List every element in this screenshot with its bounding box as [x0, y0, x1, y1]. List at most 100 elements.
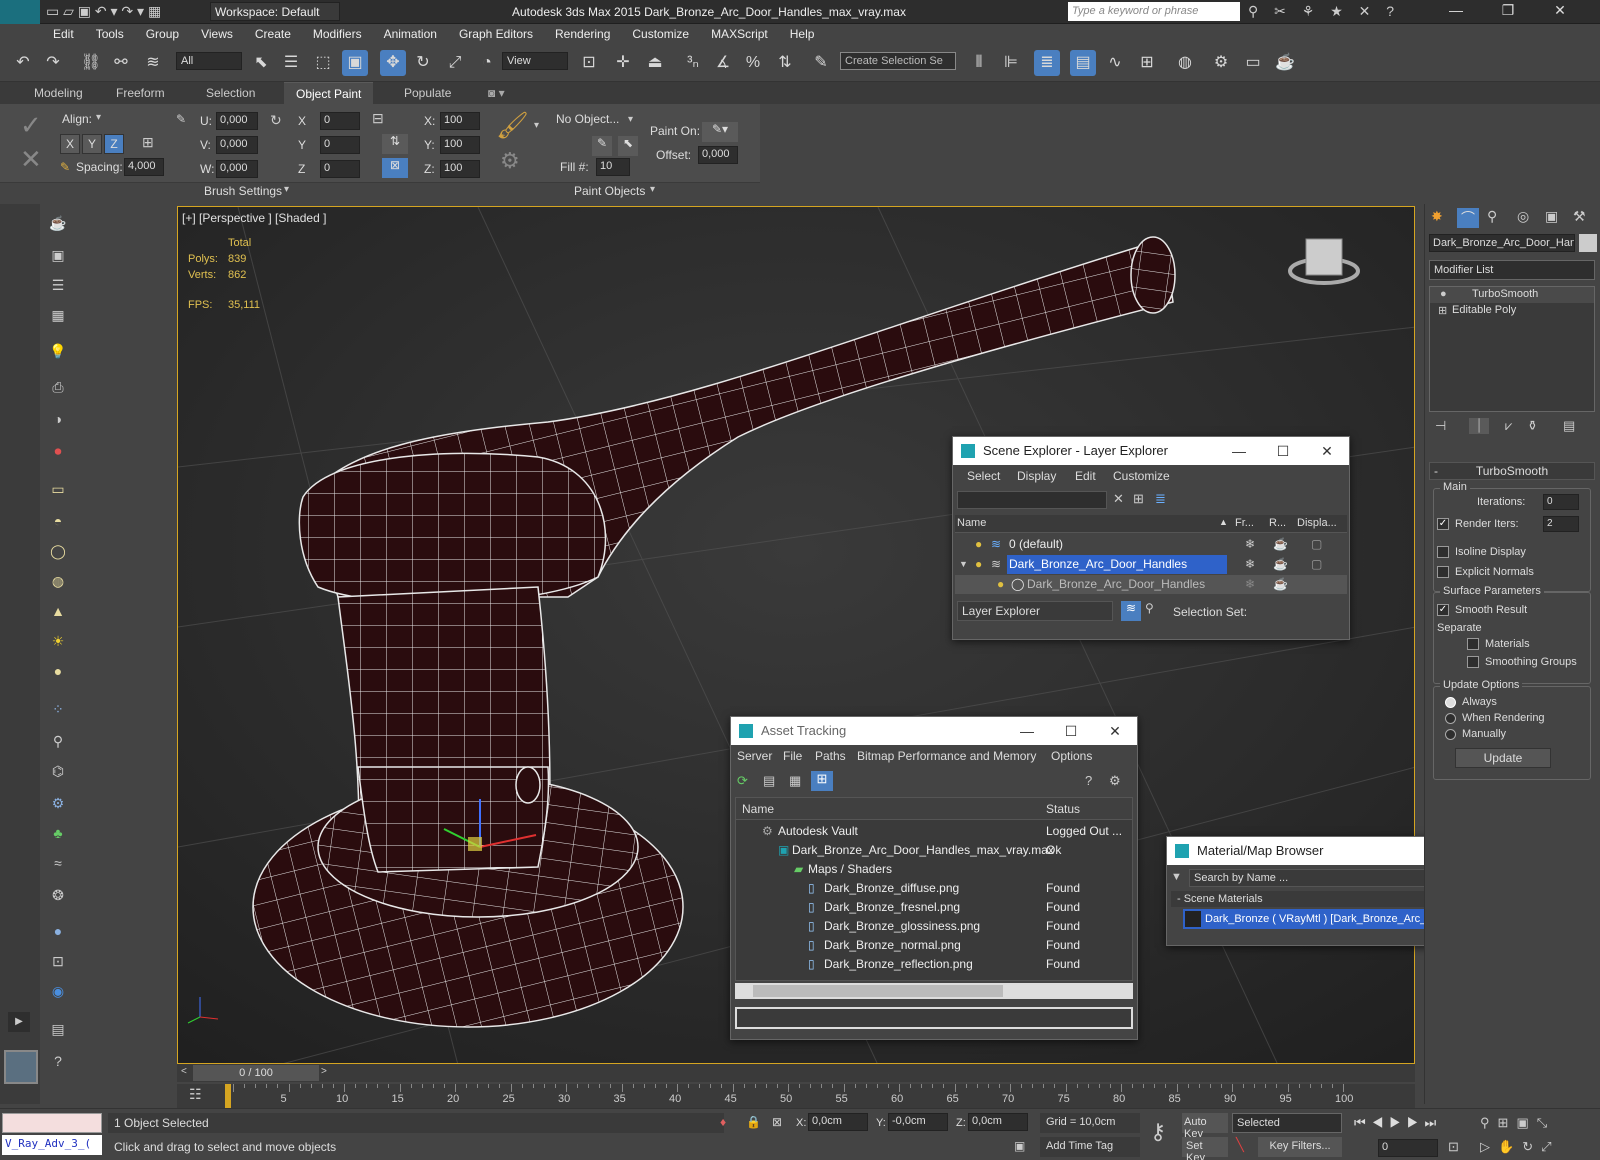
at-col-name[interactable]: Name [742, 802, 774, 816]
layer-row-default[interactable]: ● ≋ 0 (default) ❄ ☕ ▢ [955, 535, 1347, 554]
go-to-end-icon[interactable]: ⏭ [1425, 1115, 1443, 1130]
teapot-icon[interactable]: ☕ [46, 212, 70, 234]
se-search-input[interactable] [957, 491, 1107, 509]
menu-customize[interactable]: Customize [621, 24, 700, 46]
render-teapot-icon[interactable]: ☕ [1273, 575, 1288, 594]
environment-icon[interactable]: ◉ [46, 980, 70, 1002]
bind-spacewarp-icon[interactable]: ≋ [140, 50, 166, 76]
remove-modifier-icon[interactable]: ⚱ [1527, 418, 1538, 434]
align-icon[interactable]: ⊫ [998, 50, 1024, 76]
asset-row[interactable]: ▣ Dark_Bronze_Arc_Door_Handles_max_vray.m… [736, 841, 1132, 860]
spinner-snap-icon[interactable]: ⇅ [772, 50, 798, 76]
keyboard-shortcut-icon[interactable]: ⏏ [642, 50, 668, 76]
materials-checkbox[interactable]: Materials [1467, 638, 1530, 651]
at-menu-server[interactable]: Server [737, 749, 772, 763]
timeline-track[interactable]: ☷ 5 10 15 20 25 30 35 40 45 50 55 60 65 70 75 80 85 90 95 1… [177, 1084, 1415, 1108]
menu-views[interactable]: Views [190, 24, 244, 46]
zoom-icon[interactable]: ⚲ [1480, 1115, 1498, 1130]
help-icon[interactable]: ? [46, 1050, 70, 1072]
close-icon[interactable]: ✕ [1534, 2, 1586, 19]
se-col-freeze[interactable]: Fr... [1235, 517, 1254, 529]
auto-key-button[interactable]: Auto Key [1182, 1113, 1228, 1140]
isolate-icon[interactable]: ♦ [720, 1115, 726, 1129]
thumbnail-icon[interactable]: ▦ [789, 773, 801, 789]
set-key-mode-icon[interactable]: ⚷ [1150, 1119, 1166, 1145]
collapse-icon[interactable]: - [1434, 463, 1438, 479]
maximize-icon[interactable]: ☐ [1261, 437, 1305, 465]
explorer-type-dropdown[interactable]: Layer Explorer [957, 601, 1113, 621]
display-box-icon[interactable]: ▢ [1311, 555, 1322, 574]
axis-x-button[interactable]: X [60, 134, 80, 154]
at-col-status[interactable]: Status [1046, 802, 1080, 816]
paint-brush-icon[interactable]: 🖌 [496, 110, 529, 141]
hair-icon[interactable]: ≈ [46, 852, 70, 874]
radio-icon[interactable] [1445, 712, 1456, 724]
rect-selection-icon[interactable]: ⬚ [310, 50, 336, 76]
always-radio[interactable]: Always [1445, 696, 1497, 708]
material-editor-icon[interactable]: ◍ [1172, 50, 1198, 76]
time-config-icon[interactable]: ⊡ [1448, 1139, 1459, 1155]
at-menu-paths[interactable]: Paths [815, 749, 846, 763]
helper-icon[interactable]: ⚲ [46, 730, 70, 752]
no-object-label[interactable]: No Object... [556, 112, 619, 126]
object-color-swatch[interactable] [1579, 234, 1597, 252]
layer-row-handles[interactable]: ▼ ● ≋ Dark_Bronze_Arc_Door_Handles ❄ ☕ ▢ [955, 555, 1347, 574]
select-object-icon[interactable]: ⬉ [248, 50, 274, 76]
ox-icon[interactable]: ❂ [46, 884, 70, 906]
render-region-icon[interactable]: ⊡ [46, 950, 70, 972]
brush-settings-label[interactable]: Brush Settings [204, 184, 282, 198]
checkbox-icon[interactable] [1437, 566, 1449, 579]
rot-y-spinner[interactable]: 0 [320, 136, 360, 154]
display-box-icon[interactable]: ▢ [1311, 535, 1322, 554]
disc-icon[interactable]: ● [46, 660, 70, 682]
render-teapot-icon[interactable]: ☕ [1273, 555, 1288, 574]
se-col-render[interactable]: R... [1269, 517, 1286, 529]
select-by-name-icon[interactable]: ☰ [278, 50, 304, 76]
lock-icon[interactable]: 🔒 [746, 1115, 761, 1129]
at-menu-options[interactable]: Options [1051, 749, 1092, 763]
cancel-icon[interactable]: ✕ [20, 144, 42, 175]
y-coord-field[interactable]: -0,0cm [888, 1113, 948, 1131]
modifier-list-dropdown[interactable]: Modifier List [1429, 260, 1595, 280]
menu-maxscript[interactable]: MAXScript [700, 24, 779, 46]
set-key-button[interactable]: Set Key [1182, 1137, 1228, 1160]
paint-objects-dropdown-icon[interactable]: ▾ [650, 184, 655, 195]
play-icon[interactable]: ▶ [1389, 1115, 1407, 1130]
zoom-all-icon[interactable]: ⊞ [1498, 1115, 1517, 1130]
render-frame-icon[interactable]: ▣ [46, 244, 70, 266]
checkbox-icon[interactable] [1467, 638, 1479, 651]
sphere-half-icon[interactable]: ◑ [46, 408, 70, 430]
radio-selected-icon[interactable] [1445, 696, 1456, 708]
minimize-icon[interactable]: — [1430, 2, 1482, 18]
rot-x-spinner[interactable]: 0 [320, 112, 360, 130]
render-production-icon[interactable]: ☕ [1272, 50, 1298, 76]
next-frame-icon[interactable]: > [321, 1066, 327, 1077]
render-iters-checkbox[interactable]: ✓ Render Iters: [1437, 518, 1519, 531]
percent-snap-icon[interactable]: % [740, 50, 766, 76]
rotate-icon[interactable]: ↻ [410, 50, 436, 76]
make-unique-icon[interactable]: ⩗ [1505, 418, 1512, 434]
render-teapot-icon[interactable]: ☕ [1273, 535, 1288, 554]
asset-row[interactable]: ▯ Dark_Bronze_fresnel.png Found [736, 898, 1132, 917]
orbit-icon[interactable]: ↻ [1522, 1139, 1541, 1154]
object-row-handles[interactable]: ● ◯ Dark_Bronze_Arc_Door_Handles ❄ ☕ [955, 575, 1347, 594]
sun-icon[interactable]: ☀ [46, 630, 70, 652]
menu-graph-editors[interactable]: Graph Editors [448, 24, 544, 46]
tab-populate[interactable]: Populate [392, 82, 463, 104]
tab-modeling[interactable]: Modeling [22, 82, 95, 104]
scrollbar-thumb[interactable] [753, 985, 1003, 997]
link-icon[interactable]: ⛓ [78, 50, 104, 76]
render-iters-spinner[interactable]: 2 [1543, 516, 1579, 532]
explicit-normals-checkbox[interactable]: Explicit Normals [1437, 566, 1534, 579]
se-menu-select[interactable]: Select [967, 469, 1000, 483]
refresh-icon[interactable]: ⟳ [737, 773, 748, 789]
stack-item-turbosmooth[interactable]: ● TurboSmooth [1430, 287, 1594, 303]
at-menu-file[interactable]: File [783, 749, 802, 763]
axis-z-button[interactable]: Z [104, 134, 124, 154]
box-icon[interactable]: ▭ [46, 478, 70, 500]
expand-plus-icon[interactable]: ⊞ [1438, 304, 1447, 317]
paint-objects-label[interactable]: Paint Objects [574, 184, 645, 198]
se-menu-display[interactable]: Display [1017, 469, 1056, 483]
layer-add-icon[interactable]: ≣ [1155, 491, 1166, 507]
se-menu-edit[interactable]: Edit [1075, 469, 1096, 483]
